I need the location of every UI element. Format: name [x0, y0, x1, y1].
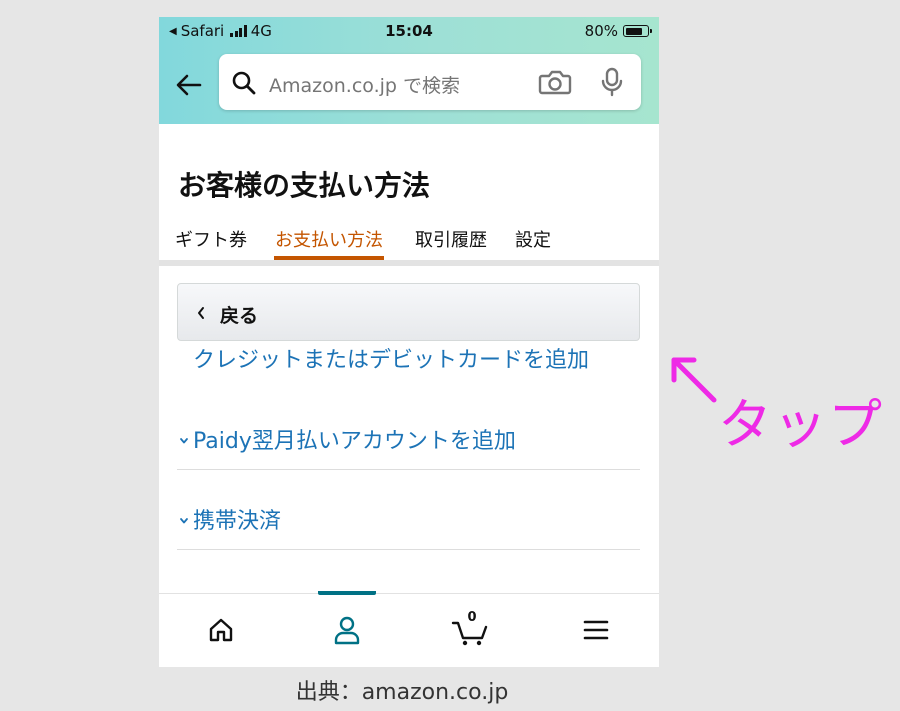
tab-bar: ギフト券 お支払い方法 取引履歴 設定 — [159, 223, 659, 260]
battery-percent: 80% — [584, 22, 618, 40]
source-credit: 出典：amazon.co.jp — [0, 674, 900, 706]
status-bar: ◀ Safari 4G 15:04 80% — [159, 17, 659, 45]
nav-account[interactable] — [317, 608, 377, 652]
nav-home[interactable] — [191, 608, 251, 652]
chevron-down-icon — [180, 518, 188, 524]
status-right: 80% — [584, 22, 652, 40]
nav-menu[interactable] — [566, 608, 626, 652]
tab-transactions[interactable]: 取引履歴 — [415, 226, 487, 252]
annotation-arrow-icon — [671, 357, 717, 403]
battery-icon — [623, 25, 652, 37]
back-button-label: 戻る — [220, 305, 259, 327]
section-separator — [159, 260, 659, 266]
bottom-nav: 0 — [159, 591, 659, 667]
divider — [177, 469, 640, 470]
search-input[interactable]: Amazon.co.jp で検索 — [269, 71, 460, 98]
camera-icon[interactable] — [538, 68, 572, 96]
menu-icon — [583, 620, 609, 640]
mobile-payment-section-label: 携帯決済 — [193, 509, 282, 534]
cart-count: 0 — [467, 610, 477, 625]
tab-payment-methods[interactable]: お支払い方法 — [274, 226, 384, 260]
account-icon — [334, 616, 360, 645]
phone-screen: ◀ Safari 4G 15:04 80% Amazon.co.jp で検索 お… — [159, 17, 659, 667]
back-arrow-icon[interactable] — [173, 69, 205, 101]
tab-settings[interactable]: 設定 — [515, 226, 551, 252]
page-title: お客様の支払い方法 — [178, 169, 431, 202]
top-bar: ◀ Safari 4G 15:04 80% Amazon.co.jp で検索 — [159, 17, 659, 124]
chevron-left-icon — [198, 307, 204, 319]
nav-active-indicator — [318, 591, 376, 595]
nav-cart[interactable]: 0 — [441, 608, 501, 652]
mobile-payment-section[interactable]: 携帯決済 — [177, 503, 640, 535]
back-button[interactable]: 戻る — [177, 283, 640, 341]
tap-annotation: タップ — [718, 393, 883, 456]
home-icon — [209, 618, 233, 642]
tab-gift-card[interactable]: ギフト券 — [175, 226, 247, 252]
paidy-section[interactable]: Paidy翌月払いアカウントを追加 — [177, 423, 640, 455]
add-credit-card-link[interactable]: クレジットまたはデビットカードを追加 — [193, 342, 589, 374]
paidy-section-label: Paidy翌月払いアカウントを追加 — [193, 429, 516, 454]
divider — [177, 549, 640, 550]
source-credit-text: 出典：amazon.co.jp — [295, 680, 509, 705]
search-bar[interactable]: Amazon.co.jp で検索 — [219, 54, 641, 110]
microphone-icon[interactable] — [601, 67, 623, 97]
search-icon — [232, 71, 256, 95]
chevron-down-icon — [180, 438, 188, 444]
